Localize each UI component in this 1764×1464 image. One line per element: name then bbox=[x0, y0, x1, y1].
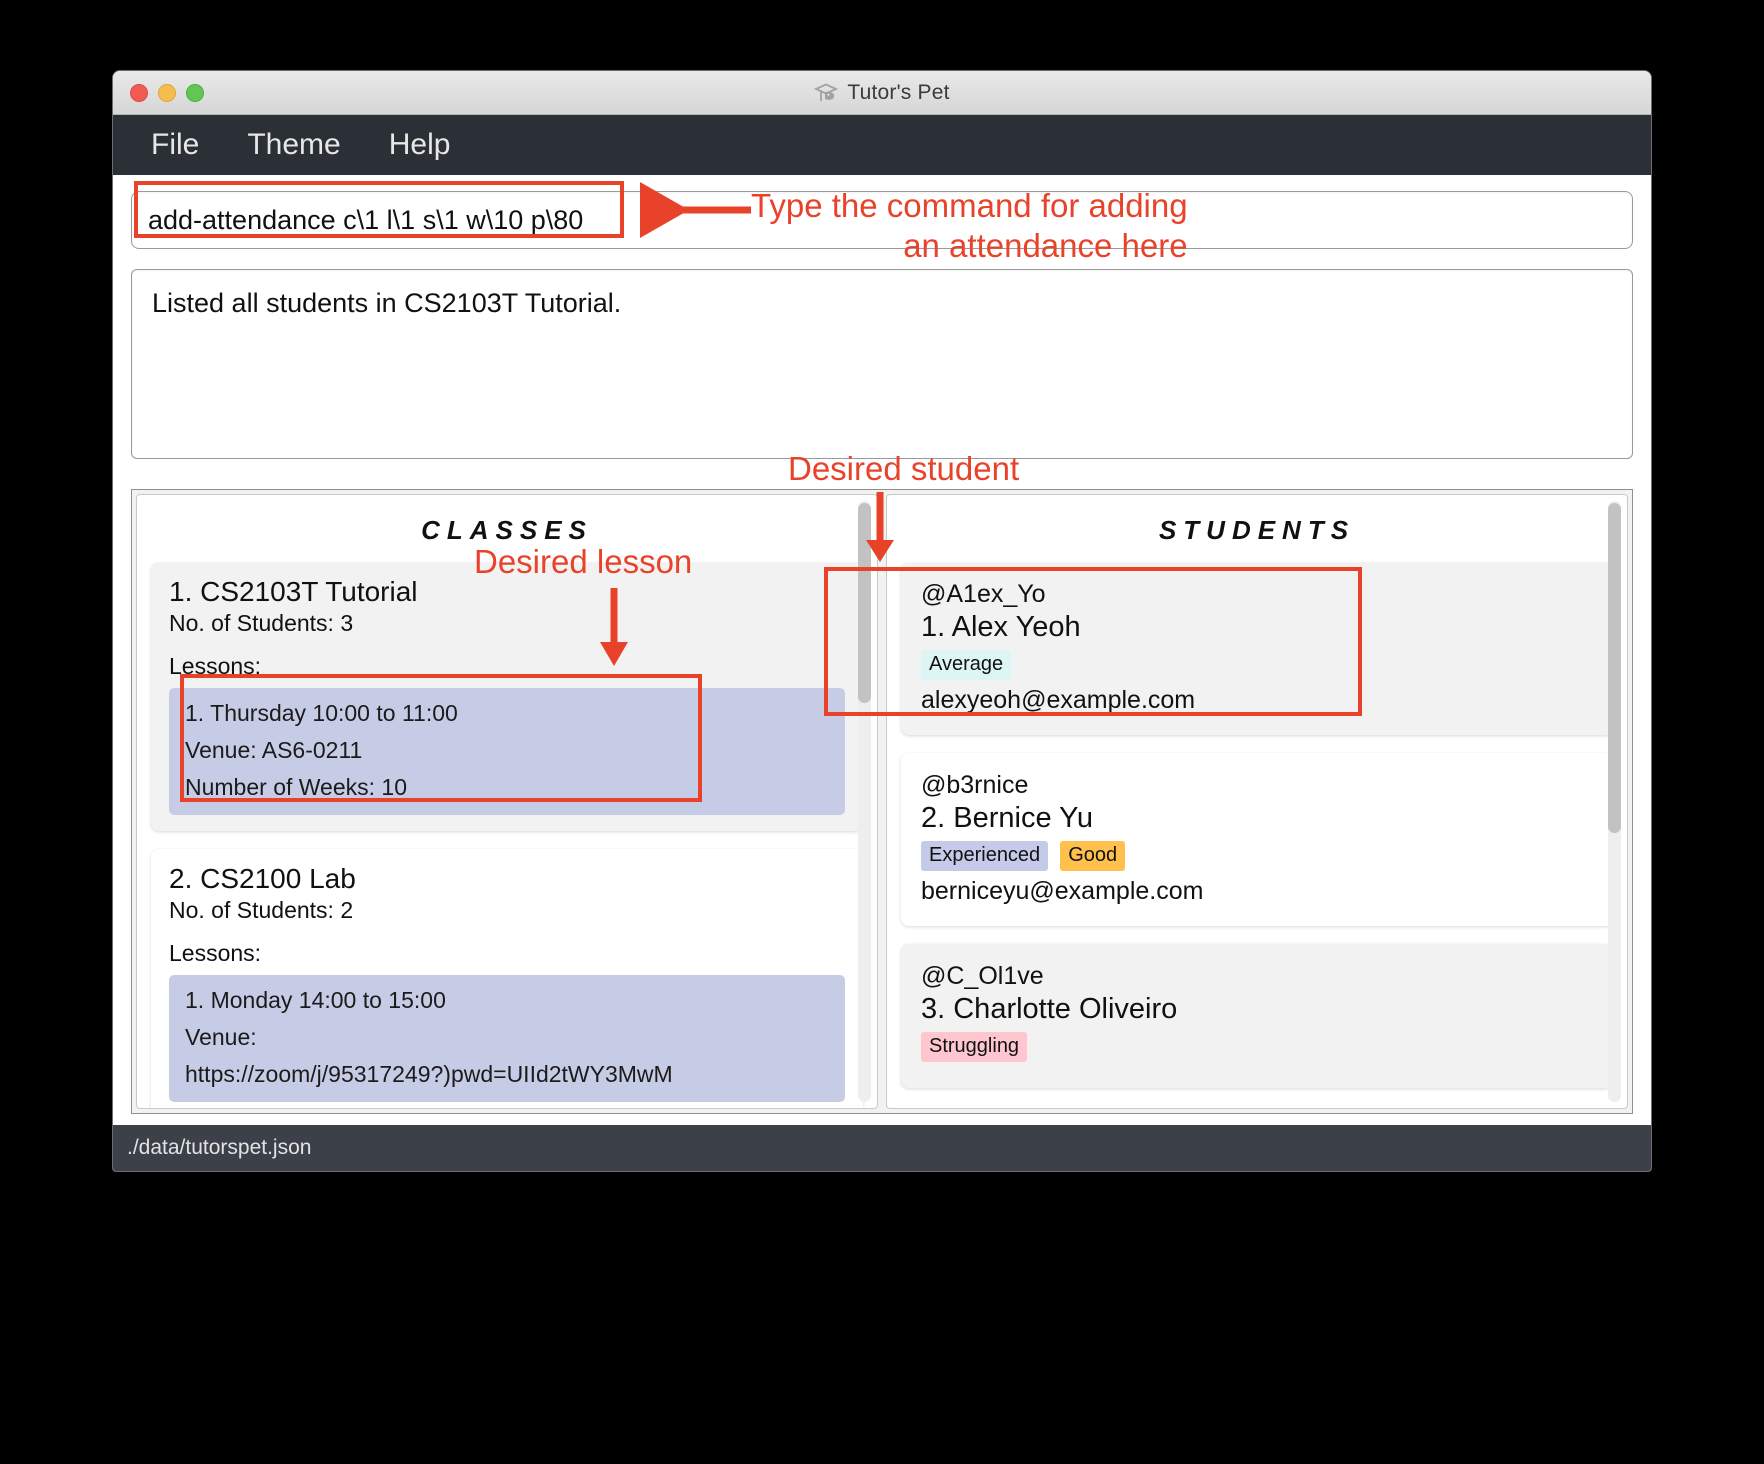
menu-item-theme[interactable]: Theme bbox=[229, 124, 358, 166]
status-bar: ./data/tutorspet.json bbox=[113, 1125, 1651, 1171]
classes-panel: CLASSES 1. CS2103T Tutorial No. of Stude… bbox=[136, 494, 878, 1109]
student-name: 2. Bernice Yu bbox=[921, 802, 1093, 834]
annotation-student-hint: Desired student bbox=[788, 450, 1020, 487]
students-panel-heading: STUDENTS bbox=[1158, 515, 1356, 545]
students-list[interactable]: @A1ex_Yo 1. Alex Yeoh Average alexyeoh@e… bbox=[887, 562, 1627, 1108]
close-button[interactable] bbox=[130, 83, 148, 102]
students-panel: STUDENTS @A1ex_Yo 1. Alex Yeoh Average a… bbox=[886, 494, 1628, 1109]
annotation-arrow-student bbox=[866, 492, 894, 562]
panels-container: CLASSES 1. CS2103T Tutorial No. of Stude… bbox=[131, 489, 1633, 1114]
app-body: add-attendance c\1 l\1 s\1 w\10 p\80 Lis… bbox=[113, 175, 1651, 1114]
window-title: Tutor's Pet bbox=[847, 80, 950, 104]
lesson-time: 1. Thursday 10:00 to 11:00 bbox=[185, 700, 458, 726]
class-student-count: No. of Students: 3 bbox=[169, 610, 354, 636]
command-input-value: add-attendance c\1 l\1 s\1 w\10 p\80 bbox=[148, 204, 584, 235]
student-card[interactable]: @b3rnice 2. Bernice Yu Experienced Good … bbox=[901, 753, 1613, 926]
annotation-lesson-hint: Desired lesson bbox=[474, 543, 693, 580]
screenshot-root: Tutor's Pet File Theme Help add-attendan… bbox=[0, 0, 1764, 1464]
student-name: 3. Charlotte Oliveiro bbox=[921, 993, 1178, 1025]
lesson-card[interactable]: 1. Thursday 10:00 to 11:00 Venue: AS6-02… bbox=[169, 688, 845, 815]
class-lessons-label: Lessons: bbox=[169, 653, 262, 679]
student-tag: Experienced bbox=[921, 841, 1049, 871]
menu-item-file[interactable]: File bbox=[133, 124, 217, 166]
lesson-weeks: Number of Weeks: 10 bbox=[185, 774, 408, 800]
classes-list[interactable]: 1. CS2103T Tutorial No. of Students: 3 L… bbox=[137, 562, 877, 1108]
student-email: alexyeoh@example.com bbox=[921, 686, 1196, 714]
menu-bar: File Theme Help bbox=[113, 115, 1651, 175]
minimize-button[interactable] bbox=[158, 83, 176, 102]
student-tag: Good bbox=[1060, 841, 1126, 871]
student-tags: Experienced Good bbox=[921, 841, 1593, 871]
annotation-arrow-lesson bbox=[600, 588, 628, 666]
student-card[interactable]: @C_Ol1ve 3. Charlotte Oliveiro Strugglin… bbox=[901, 944, 1613, 1088]
students-scrollbar-thumb[interactable] bbox=[1608, 503, 1621, 833]
lesson-venue: Venue: AS6-0211 bbox=[185, 737, 363, 763]
annotation-command-hint: Type the command for adding an attendanc… bbox=[751, 186, 1188, 267]
zoom-button[interactable] bbox=[186, 83, 204, 102]
student-tag: Struggling bbox=[921, 1032, 1028, 1062]
class-student-count: No. of Students: 2 bbox=[169, 897, 354, 923]
student-tags: Average bbox=[921, 650, 1593, 680]
students-scrollbar[interactable] bbox=[1608, 501, 1621, 1102]
student-name: 1. Alex Yeoh bbox=[921, 611, 1081, 643]
classes-scrollbar[interactable] bbox=[858, 501, 871, 1102]
title-bar: Tutor's Pet bbox=[113, 71, 1651, 115]
lesson-card[interactable]: 1. Monday 14:00 to 15:00 Venue: https://… bbox=[169, 975, 845, 1102]
lesson-time: 1. Monday 14:00 to 15:00 bbox=[185, 987, 446, 1013]
lesson-venue-url: https://zoom/j/95317249?)pwd=UIId2tWY3Mw… bbox=[185, 1061, 673, 1087]
student-tags: Struggling bbox=[921, 1032, 1593, 1062]
window-controls[interactable] bbox=[130, 83, 204, 102]
annotation-command-hint-line1: Type the command for adding bbox=[751, 187, 1188, 224]
graduation-cap-icon bbox=[814, 83, 839, 101]
student-email: berniceyu@example.com bbox=[921, 877, 1204, 905]
annotation-command-hint-line2: an attendance here bbox=[903, 227, 1188, 265]
class-title: 2. CS2100 Lab bbox=[169, 863, 356, 894]
class-lessons-label: Lessons: bbox=[169, 940, 262, 966]
student-handle: @A1ex_Yo bbox=[921, 580, 1046, 608]
result-display-text: Listed all students in CS2103T Tutorial. bbox=[152, 288, 622, 318]
class-card[interactable]: 1. CS2103T Tutorial No. of Students: 3 L… bbox=[151, 562, 863, 831]
student-tag: Average bbox=[921, 650, 1012, 680]
result-display: Listed all students in CS2103T Tutorial. bbox=[131, 269, 1633, 459]
save-location-path: ./data/tutorspet.json bbox=[127, 1136, 312, 1159]
class-card[interactable]: 2. CS2100 Lab No. of Students: 2 Lessons… bbox=[151, 849, 863, 1108]
title-center: Tutor's Pet bbox=[113, 71, 1651, 114]
annotation-arrow-command bbox=[640, 182, 751, 238]
menu-item-help[interactable]: Help bbox=[371, 124, 469, 166]
student-card[interactable]: @A1ex_Yo 1. Alex Yeoh Average alexyeoh@e… bbox=[901, 562, 1613, 735]
student-handle: @C_Ol1ve bbox=[921, 962, 1044, 990]
lesson-venue: Venue: bbox=[185, 1024, 257, 1050]
student-handle: @b3rnice bbox=[921, 771, 1029, 799]
